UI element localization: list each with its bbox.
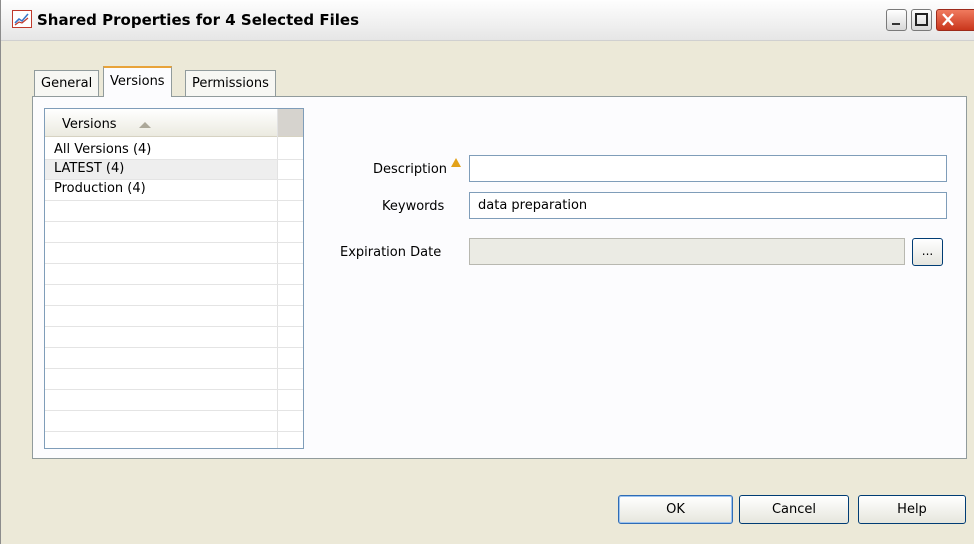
row-divider	[45, 200, 303, 201]
row-divider	[45, 242, 303, 243]
row-divider	[45, 221, 303, 222]
app-chart-icon	[12, 10, 32, 28]
versions-column-label: Versions	[62, 117, 117, 132]
expiration-date-label: Expiration Date	[340, 245, 442, 260]
row-divider	[45, 284, 303, 285]
cancel-button[interactable]: Cancel	[739, 495, 849, 524]
warning-icon	[451, 158, 461, 167]
row-divider	[45, 368, 303, 369]
tab-general[interactable]: General	[34, 70, 100, 96]
description-label: Description	[373, 162, 448, 177]
ok-button[interactable]: OK	[618, 495, 733, 524]
column-divider	[277, 109, 278, 448]
tab-permissions-label: Permissions	[192, 76, 269, 91]
row-divider	[45, 410, 303, 411]
row-divider	[45, 263, 303, 264]
tab-versions-label: Versions	[110, 74, 165, 89]
list-item-latest[interactable]: LATEST (4)	[54, 161, 124, 176]
maximize-button[interactable]	[911, 9, 932, 31]
row-divider	[45, 326, 303, 327]
sort-ascending-icon	[139, 122, 151, 128]
row-divider	[45, 347, 303, 348]
tab-general-label: General	[41, 76, 93, 91]
close-button[interactable]	[936, 9, 974, 31]
row-divider	[45, 389, 303, 390]
expiration-date-field[interactable]	[469, 238, 905, 265]
row-divider	[45, 179, 303, 180]
minimize-button[interactable]	[886, 9, 907, 31]
versions-column-header[interactable]: Versions	[45, 109, 303, 137]
list-header-corner	[278, 109, 303, 136]
keywords-field[interactable]	[469, 192, 947, 219]
window-title: Shared Properties for 4 Selected Files	[37, 11, 360, 29]
browse-date-button[interactable]: ...	[912, 238, 943, 266]
versions-list[interactable]: Versions All Versions (4) LATEST (4) Pro…	[44, 108, 304, 449]
row-divider	[45, 159, 303, 160]
tab-versions[interactable]: Versions	[103, 66, 172, 97]
row-divider	[45, 431, 303, 432]
row-divider	[45, 305, 303, 306]
keywords-label: Keywords	[382, 199, 445, 214]
description-field[interactable]	[469, 155, 947, 182]
list-item-production[interactable]: Production (4)	[54, 181, 146, 196]
tab-permissions[interactable]: Permissions	[185, 70, 276, 96]
list-item-all-versions[interactable]: All Versions (4)	[54, 142, 151, 157]
help-button[interactable]: Help	[858, 495, 966, 524]
dialog-window: Shared Properties for 4 Selected Files G…	[0, 0, 974, 544]
title-bar[interactable]: Shared Properties for 4 Selected Files	[1, 0, 974, 41]
